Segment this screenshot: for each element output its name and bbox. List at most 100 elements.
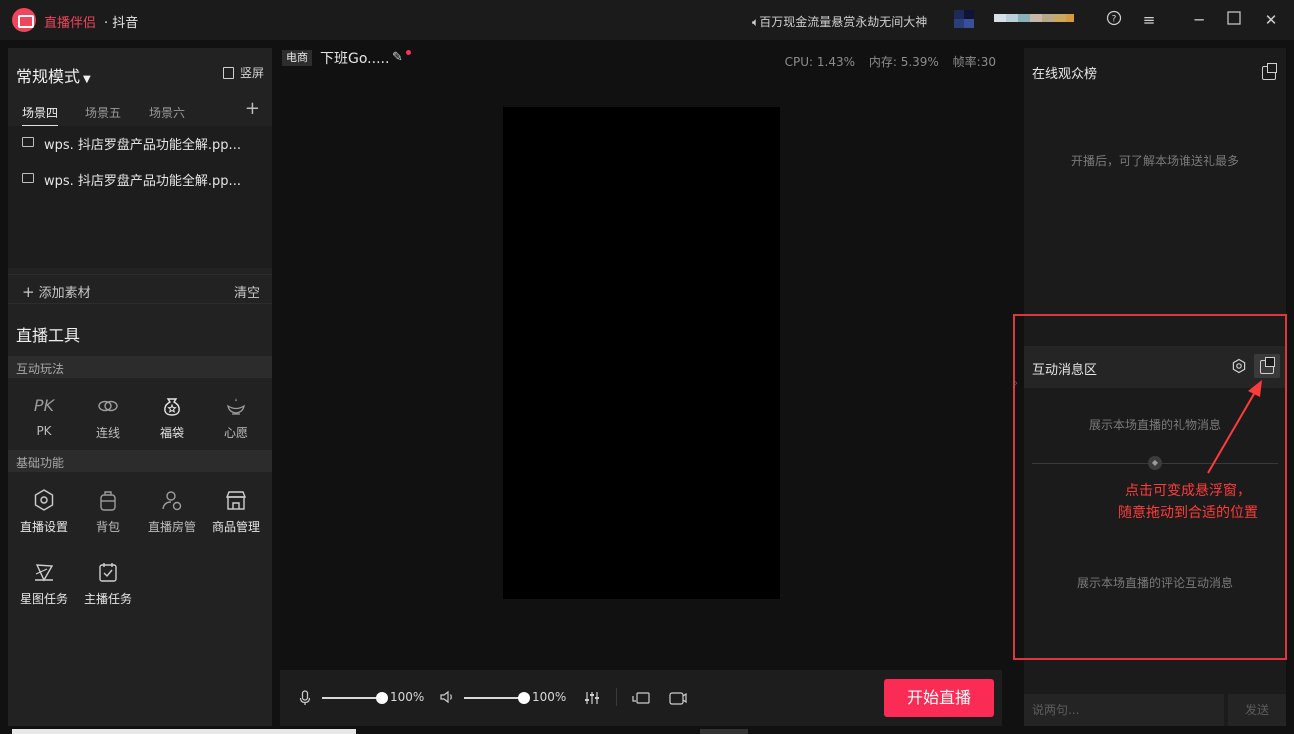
tool-label: PK xyxy=(36,424,52,438)
chat-input[interactable] xyxy=(1024,694,1224,726)
list-item[interactable]: wps. 抖店罗盘产品功能全解.pp... xyxy=(8,162,272,196)
edit-pencil-icon[interactable]: ✎ xyxy=(392,50,403,65)
live-preview[interactable] xyxy=(503,107,780,599)
tool-label: 福袋 xyxy=(159,426,184,440)
list-item[interactable]: wps. 抖店罗盘产品功能全解.pp... xyxy=(8,126,272,160)
tab-scene-6[interactable]: 场景六 xyxy=(149,104,185,121)
speaker-icon[interactable] xyxy=(438,690,456,706)
add-material-label: 添加素材 xyxy=(38,286,91,301)
link-icon xyxy=(96,394,120,418)
link-tool-button[interactable]: 连线 xyxy=(76,394,140,454)
menu-icon[interactable]: ≡ xyxy=(1139,10,1159,30)
popout-button[interactable] xyxy=(1254,354,1280,378)
resize-handle-icon[interactable]: ◆ xyxy=(1148,456,1162,470)
annotation-text: 点击可变成悬浮窗， 随意拖动到合适的位置 xyxy=(1098,480,1278,524)
send-button[interactable]: 发送 xyxy=(1228,694,1286,726)
tool-label: 心愿 xyxy=(223,426,248,440)
interactive-section-header: 互动玩法 xyxy=(8,356,272,378)
avatar[interactable] xyxy=(954,10,974,28)
tab-scene-4[interactable]: 场景四 xyxy=(22,104,59,127)
maximize-icon[interactable] xyxy=(1224,10,1244,30)
comment-message-hint: 展示本场直播的评论互动消息 xyxy=(1076,576,1233,590)
portrait-icon xyxy=(222,67,234,79)
tool-label: 连线 xyxy=(95,426,120,440)
wish-tool-button[interactable]: 心愿 xyxy=(204,394,268,454)
interactive-section-label: 互动玩法 xyxy=(16,362,65,376)
pk-icon: PK xyxy=(33,396,55,415)
lucky-bag-tool-button[interactable]: 福袋 xyxy=(140,394,204,454)
add-scene-icon[interactable]: + xyxy=(245,98,260,119)
mic-volume-slider[interactable] xyxy=(322,692,388,704)
clear-button[interactable]: 清空 xyxy=(234,282,260,301)
memory-stat: 内存: 5.39% xyxy=(868,55,939,69)
window-icon xyxy=(22,137,34,147)
taskbar-strip xyxy=(12,729,356,734)
room-admin-button[interactable]: 直播房管 xyxy=(140,488,204,548)
category-badge: 电商 xyxy=(282,50,312,66)
camera-icon[interactable] xyxy=(668,690,688,706)
settings-hexagon-icon xyxy=(32,488,56,512)
live-settings-button[interactable]: 直播设置 xyxy=(12,488,76,548)
portrait-label: 竖屏 xyxy=(239,66,264,80)
tool-label: 主播任务 xyxy=(83,592,132,606)
portrait-toggle-button[interactable]: 竖屏 xyxy=(222,64,264,81)
backpack-button[interactable]: 背包 xyxy=(76,488,140,548)
add-material-button[interactable]: + 添加素材 xyxy=(22,282,91,301)
screen-rotate-icon[interactable] xyxy=(632,690,652,706)
taskbar-strip xyxy=(700,729,748,734)
mixer-icon[interactable] xyxy=(583,690,601,706)
backpack-icon xyxy=(96,488,120,512)
settings-gear-icon[interactable] xyxy=(1231,358,1247,374)
tool-label: 星图任务 xyxy=(19,592,68,606)
message-area-header: 互动消息区 xyxy=(1024,346,1286,388)
star-map-task-button[interactable]: 星图任务 xyxy=(12,560,76,620)
username-obscured[interactable] xyxy=(994,10,1076,28)
help-icon[interactable]: ? xyxy=(1104,10,1124,30)
tool-label: 背包 xyxy=(95,520,120,534)
center-panel: 电商 下班Go..... ✎ CPU: 1.43% 内存: 5.39% 帧率:3… xyxy=(280,48,1008,726)
gift-message-hint: 展示本场直播的礼物消息 xyxy=(1088,418,1221,432)
announcement-text: 百万现金流量悬赏永劫无间大神 xyxy=(759,15,928,29)
popout-icon[interactable] xyxy=(1262,63,1277,80)
collapse-arrow-icon: › xyxy=(1014,378,1018,389)
scene-tabs: 场景四 场景五 场景六 + xyxy=(8,96,272,127)
title-bar: 直播伴侣 · 抖音 🔈︎百万现金流量悬赏永劫无间大神 ? ≡ ─ ✕ xyxy=(0,0,1294,40)
announcement-marquee[interactable]: 🔈︎百万现金流量悬赏永劫无间大神 xyxy=(752,13,927,30)
window-icon xyxy=(22,173,34,183)
slider-knob[interactable] xyxy=(376,692,388,704)
microphone-icon[interactable] xyxy=(296,690,314,706)
message-area-title: 互动消息区 xyxy=(1032,363,1098,378)
svg-text:?: ? xyxy=(1112,15,1117,25)
slider-knob[interactable] xyxy=(518,692,530,704)
scene-material-list: wps. 抖店罗盘产品功能全解.pp... wps. 抖店罗盘产品功能全解.pp… xyxy=(8,126,272,268)
close-icon[interactable]: ✕ xyxy=(1261,10,1281,30)
start-live-button[interactable]: 开始直播 xyxy=(884,679,994,717)
task-calendar-icon xyxy=(96,560,120,584)
product-management-button[interactable]: 商品管理 xyxy=(204,488,268,548)
tool-label: 商品管理 xyxy=(211,520,260,534)
tools-title: 直播工具 xyxy=(16,326,81,345)
store-icon xyxy=(224,488,248,512)
pk-tool-button[interactable]: PK PK xyxy=(12,394,76,454)
speaker-volume-slider[interactable] xyxy=(464,692,530,704)
speaker-volume-value: 100% xyxy=(532,690,567,704)
app-logo-icon xyxy=(12,8,36,32)
app-title: 直播伴侣 xyxy=(44,16,97,31)
star-map-icon xyxy=(32,560,56,584)
caret-down-icon: ▼ xyxy=(83,74,91,85)
basic-section-label: 基础功能 xyxy=(16,456,65,470)
audience-hint: 开播后，可了解本场谁送礼最多 xyxy=(1070,154,1239,168)
material-actions: + 添加素材 清空 xyxy=(8,274,272,304)
anchor-task-button[interactable]: 主播任务 xyxy=(76,560,140,620)
left-panel: 常规模式 ▼ 竖屏 场景四 场景五 场景六 + wps. 抖店罗盘产品功能全解.p… xyxy=(8,48,272,726)
mode-selector[interactable]: 常规模式 ▼ xyxy=(16,63,91,87)
room-title: 下班Go..... xyxy=(320,51,390,67)
right-panel: 在线观众榜 开播后，可了解本场谁送礼最多 互动消息区 展示本场直播的礼物消息 ◆… xyxy=(1024,48,1286,726)
fps-stat: 帧率:30 xyxy=(952,55,996,69)
panel-splitter[interactable]: › xyxy=(1012,48,1022,726)
tab-scene-5[interactable]: 场景五 xyxy=(85,104,121,121)
minimize-icon[interactable]: ─ xyxy=(1189,10,1209,30)
audio-control-bar: 100% 100% 开始直播 xyxy=(280,670,1002,726)
performance-stats: CPU: 1.43% 内存: 5.39% 帧率:30 xyxy=(775,53,996,70)
scene-item-label: wps. 抖店罗盘产品功能全解.pp... xyxy=(44,174,241,189)
